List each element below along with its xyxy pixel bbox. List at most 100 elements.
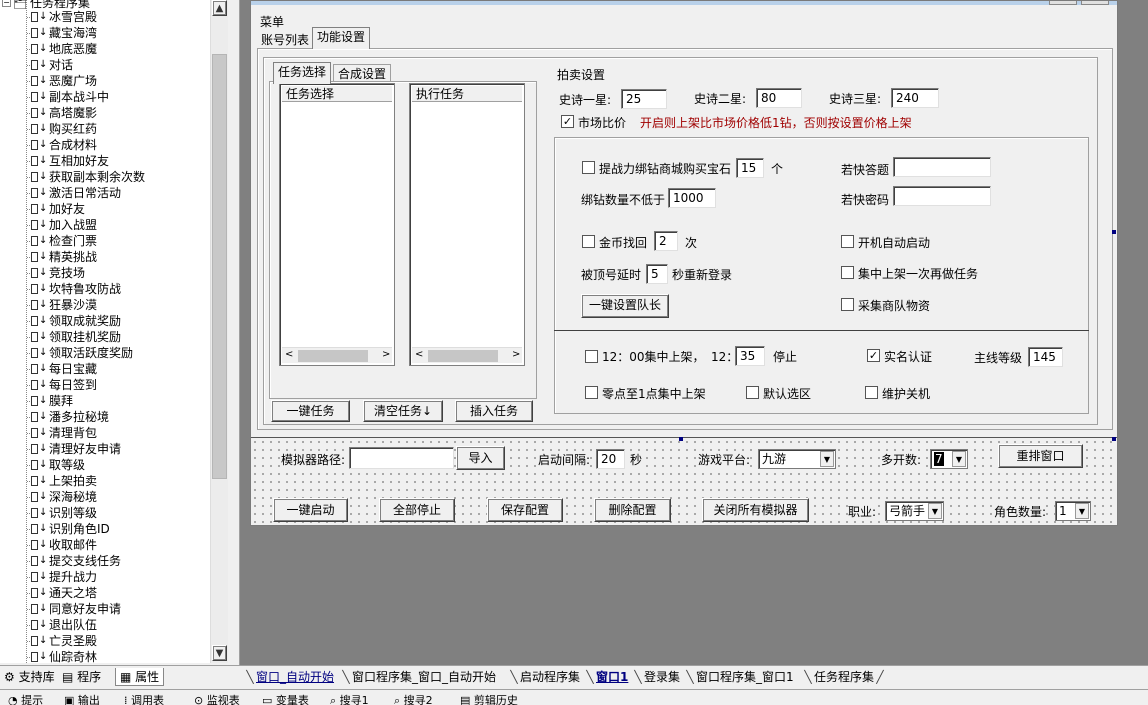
execute-task-list[interactable]: 执行任务 < > (409, 83, 525, 366)
tree-item[interactable]: ↓ 通天之塔 (0, 585, 210, 601)
tree-item[interactable]: ↓ 膜拜 (0, 393, 210, 409)
menu-label[interactable]: 菜单 (260, 13, 284, 30)
tab-output[interactable]: ▣ 输出 (64, 692, 100, 705)
doc-tab-startup[interactable]: ╲ 启动程序集 (508, 669, 580, 686)
start-all-button[interactable]: 一键启动 (273, 498, 348, 522)
tree-item[interactable]: ↓ 检查门票 (0, 233, 210, 249)
tree-item[interactable]: ↓ 提升战力 (0, 569, 210, 585)
tab-search1[interactable]: ⌕ 搜寻1 (330, 692, 369, 705)
insert-task-button[interactable]: 插入任务 (455, 400, 533, 422)
task-select-list[interactable]: 任务选择 < > (279, 83, 395, 366)
tree-item[interactable]: ↓ 地底恶魔 (0, 41, 210, 57)
noon-listing-checkbox[interactable] (585, 350, 598, 363)
epic1-input[interactable]: 25 (621, 89, 667, 109)
realname-checkbox[interactable]: ✓ (867, 349, 880, 362)
save-config-button[interactable]: 保存配置 (487, 498, 563, 522)
set-team-leader-button[interactable]: 一键设置队长 (581, 294, 669, 318)
tree-item[interactable]: ↓ 收取邮件 (0, 537, 210, 553)
tab-tips[interactable]: ◔ 提示 (8, 692, 43, 705)
rearrange-windows-button[interactable]: 重排窗口 (998, 444, 1083, 468)
tree-item[interactable]: ↓ 深海秘境 (0, 489, 210, 505)
collect-caravan-checkbox[interactable] (841, 298, 854, 311)
ruokuai-password-input[interactable] (893, 186, 991, 206)
list-hscrollbar[interactable]: < > (412, 347, 522, 363)
relogin-input[interactable]: 5 (646, 264, 668, 284)
doc-tab-auto-start-program[interactable]: ╲ 窗口程序集_窗口_自动开始 (340, 669, 496, 686)
tab-program[interactable]: ▤ 程序 (58, 668, 105, 686)
tree-item[interactable]: ↓ 仙踪奇林 (0, 649, 210, 663)
tab-task-select[interactable]: 任务选择 (273, 62, 332, 84)
list-hscrollbar[interactable]: < > (282, 347, 392, 363)
tree-item[interactable]: ↓ 竞技场 (0, 265, 210, 281)
tree-item[interactable]: ↓ 领取活跃度奖励 (0, 345, 210, 361)
default-zone-checkbox[interactable] (746, 386, 759, 399)
import-button[interactable]: 导入 (456, 446, 505, 470)
chevron-down-icon[interactable]: ▼ (820, 451, 834, 467)
resize-handle[interactable] (679, 437, 683, 441)
tab-function-settings[interactable]: 功能设置 (312, 27, 371, 49)
scroll-thumb[interactable] (212, 54, 227, 479)
scroll-thumb[interactable] (298, 350, 368, 362)
tree-item[interactable]: ↓ 亡灵圣殿 (0, 633, 210, 649)
clear-task-button[interactable]: 清空任务↓ (363, 400, 443, 422)
scroll-up-icon[interactable]: ▲ (212, 0, 227, 16)
tab-properties[interactable]: ▦ 属性 (115, 668, 165, 686)
tab-support-lib[interactable]: ⚙ 支持库 (0, 668, 59, 686)
chevron-down-icon[interactable]: ▼ (952, 451, 966, 467)
tree-item[interactable]: ↓ 识别等级 (0, 505, 210, 521)
collapse-icon[interactable]: − (2, 0, 11, 7)
tree-item[interactable]: ↓ 清理好友申请 (0, 441, 210, 457)
tree-item[interactable]: ↓ 副本战斗中 (0, 89, 210, 105)
ruokuai-question-input[interactable] (893, 157, 991, 177)
central-listing-checkbox[interactable] (841, 266, 854, 279)
maximize-button[interactable] (1049, 1, 1077, 5)
tree-item[interactable]: ↓ 购买红药 (0, 121, 210, 137)
resize-handle[interactable] (1112, 437, 1116, 441)
buy-gem-input[interactable]: 15 (736, 158, 764, 178)
scroll-right-icon[interactable]: > (512, 349, 520, 360)
tree-item[interactable]: ↓ 合成材料 (0, 137, 210, 153)
scroll-right-icon[interactable]: > (382, 349, 390, 360)
tab-clip-history[interactable]: ▤ 剪辑历史 (460, 692, 518, 705)
doc-tab-auto-start-window[interactable]: ╲ 窗口_自动开始 (244, 669, 334, 686)
scroll-thumb[interactable] (428, 350, 498, 362)
tree-item[interactable]: ↓ 坎特鲁攻防战 (0, 281, 210, 297)
min-bind-input[interactable]: 1000 (668, 188, 716, 208)
scroll-down-icon[interactable]: ▼ (212, 645, 227, 661)
close-all-simulators-button[interactable]: 关闭所有模拟器 (702, 498, 809, 522)
tab-watch-table[interactable]: ⊙ 监视表 (194, 692, 240, 705)
tree-item[interactable]: ↓ 每日签到 (0, 377, 210, 393)
resize-handle[interactable] (1112, 230, 1116, 234)
tree-item[interactable]: ↓ 恶魔广场 (0, 73, 210, 89)
doc-tab-window1[interactable]: ╲ 窗口1 (584, 669, 628, 686)
game-platform-select[interactable]: 九游 ▼ (758, 449, 836, 469)
tree-item[interactable]: ↓ 互相加好友 (0, 153, 210, 169)
tree-item[interactable]: ↓ 加入战盟 (0, 217, 210, 233)
one-key-task-button[interactable]: 一键任务 (271, 400, 350, 422)
tree-item[interactable]: ↓ 清理背包 (0, 425, 210, 441)
tree-vertical-scrollbar[interactable]: ▲ ▼ (210, 0, 228, 663)
start-interval-input[interactable]: 20 (596, 449, 625, 469)
close-button[interactable] (1081, 1, 1109, 5)
job-select[interactable]: 弓箭手 ▼ (885, 501, 944, 521)
tree-item[interactable]: ↓ 激活日常活动 (0, 185, 210, 201)
buy-gem-checkbox[interactable] (582, 161, 595, 174)
scroll-left-icon[interactable]: < (285, 349, 293, 360)
auto-start-checkbox[interactable] (841, 235, 854, 248)
midnight-listing-checkbox[interactable] (585, 386, 598, 399)
multi-open-select[interactable]: 7 ▼ (930, 449, 968, 469)
market-compare-checkbox[interactable]: ✓ (561, 115, 574, 128)
tree-item[interactable]: ↓ 藏宝海湾 (0, 25, 210, 41)
doc-tab-task-program[interactable]: ╲ 任务程序集 ╱ (802, 669, 886, 686)
tree-item[interactable]: ↓ 冰雪宫殿 (0, 9, 210, 25)
stop-all-button[interactable]: 全部停止 (379, 498, 455, 522)
chevron-down-icon[interactable]: ▼ (1075, 503, 1089, 519)
gold-back-checkbox[interactable] (582, 235, 595, 248)
tree-item[interactable]: ↓ 领取挂机奖励 (0, 329, 210, 345)
tree-item[interactable]: ↓ 提交支线任务 (0, 553, 210, 569)
epic3-input[interactable]: 240 (891, 88, 939, 108)
doc-tab-login[interactable]: ╲ 登录集 (632, 669, 680, 686)
tree-item[interactable]: ↓ 狂暴沙漠 (0, 297, 210, 313)
chevron-down-icon[interactable]: ▼ (928, 503, 942, 519)
delete-config-button[interactable]: 删除配置 (594, 498, 671, 522)
